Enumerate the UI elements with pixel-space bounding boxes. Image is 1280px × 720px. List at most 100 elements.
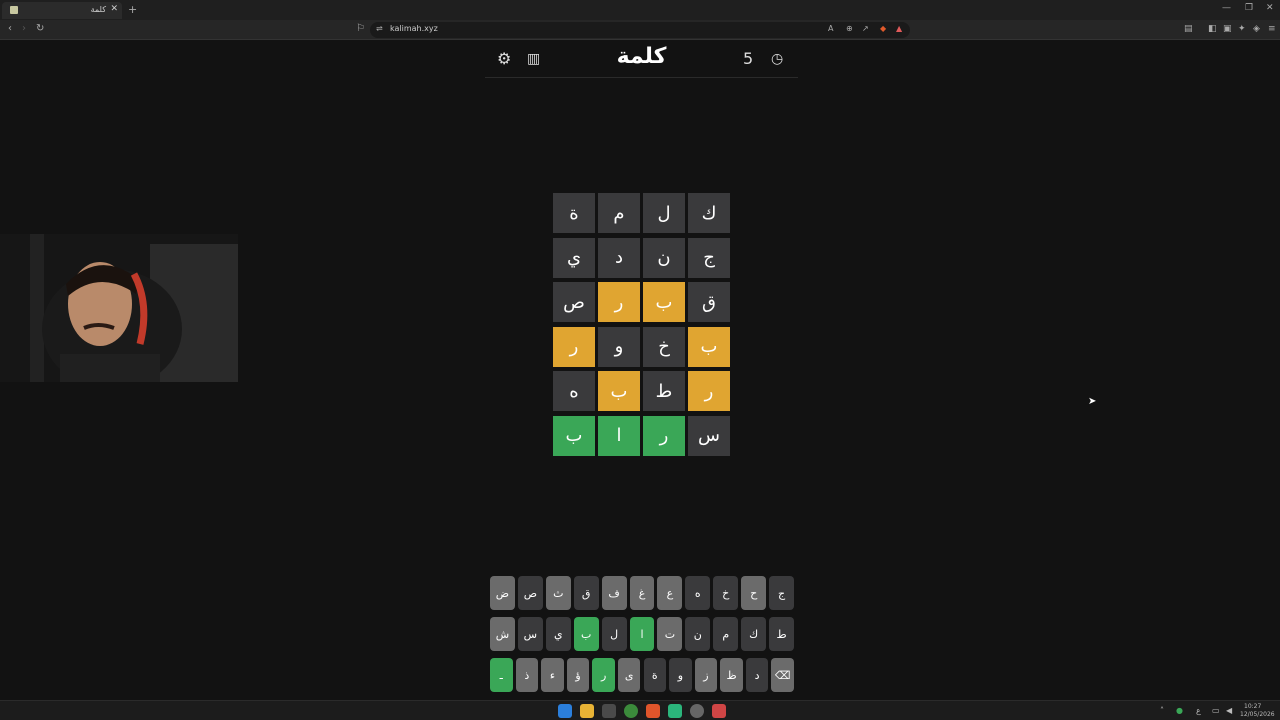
board-tile: خ bbox=[643, 326, 685, 367]
board-tile: ة bbox=[553, 193, 595, 233]
attempt-count: 5 bbox=[743, 49, 754, 68]
keyboard-key[interactable]: س bbox=[517, 617, 543, 651]
wallet-icon[interactable]: ▣ bbox=[1223, 24, 1232, 34]
forward-icon[interactable]: › bbox=[22, 23, 26, 34]
streamer-webcam-image bbox=[0, 234, 238, 382]
board-tile: ب bbox=[553, 415, 595, 456]
volume-icon[interactable]: ◀ bbox=[1226, 706, 1232, 715]
board-tile: ب bbox=[598, 371, 640, 411]
keyboard-key[interactable]: ق bbox=[573, 576, 599, 610]
file-explorer-icon[interactable] bbox=[580, 704, 594, 718]
app-icon[interactable] bbox=[668, 704, 682, 718]
keyboard-key[interactable]: ز bbox=[694, 658, 718, 692]
board-tile: ه bbox=[553, 371, 595, 411]
back-icon[interactable]: ‹ bbox=[8, 23, 12, 34]
keyboard-key[interactable]: و bbox=[669, 658, 692, 692]
board-tile: ص bbox=[553, 282, 595, 322]
reader-icon[interactable]: ▤ bbox=[1184, 24, 1193, 34]
keyboard-key[interactable]: ء bbox=[541, 658, 564, 692]
webcam-overlay bbox=[0, 234, 238, 382]
board-tile: ر bbox=[553, 326, 595, 367]
board-tile: ب bbox=[688, 326, 730, 367]
board-tile: ق bbox=[688, 282, 730, 322]
keyboard-key[interactable]: ط bbox=[769, 617, 794, 651]
keyboard-key[interactable]: ف bbox=[601, 576, 627, 610]
extensions-icon[interactable]: ✦ bbox=[1238, 24, 1246, 34]
brave-icon[interactable] bbox=[646, 704, 660, 718]
keyboard-key[interactable]: ذ bbox=[515, 658, 539, 692]
new-tab-button[interactable]: + bbox=[128, 3, 137, 16]
bookmark-icon[interactable]: ⚐ bbox=[356, 23, 365, 34]
board-tile: ل bbox=[643, 193, 685, 233]
keyboard-key[interactable]: غ bbox=[629, 576, 655, 610]
keyboard-key[interactable]: ع bbox=[657, 576, 683, 610]
brave-shields-icon[interactable]: ◆ bbox=[880, 24, 886, 33]
board-tile: ب bbox=[643, 282, 685, 322]
backspace-key[interactable]: ⌫ bbox=[771, 658, 794, 692]
zoom-icon[interactable]: ⊕ bbox=[846, 24, 853, 33]
site-favicon-icon bbox=[10, 6, 18, 14]
keyboard-key[interactable]: ض bbox=[490, 576, 515, 610]
url-text[interactable]: kalimah.xyz bbox=[390, 24, 438, 33]
start-windows-icon[interactable] bbox=[558, 704, 572, 718]
board-tile: و bbox=[598, 326, 640, 367]
keyboard-key[interactable]: ـ bbox=[490, 658, 513, 692]
keyboard-key[interactable]: ر bbox=[592, 658, 615, 692]
timer-clock-icon[interactable]: ◷ bbox=[771, 51, 783, 67]
os-taskbar: ˄ ● ع ▭ ◀ 10:27 12/05/2026 bbox=[0, 700, 1280, 720]
address-bar[interactable]: ⇌ kalimah.xyz A ⊕ ↗ ◆ ▲ bbox=[370, 22, 910, 38]
browser-tab[interactable]: كلمة ✕ bbox=[2, 2, 122, 19]
microphone-icon[interactable]: ● bbox=[1176, 706, 1183, 715]
site-info-icon[interactable]: ⇌ bbox=[376, 24, 383, 33]
keyboard-key[interactable]: ن bbox=[685, 617, 711, 651]
sidebar-icon[interactable]: ◧ bbox=[1208, 24, 1217, 34]
tray-chevron-icon[interactable]: ˄ bbox=[1160, 706, 1164, 715]
vpn-icon[interactable]: ◈ bbox=[1253, 24, 1260, 34]
chrome-icon[interactable] bbox=[624, 704, 638, 718]
game-header: ⚙ ▥ كلمة 5 ◷ bbox=[485, 40, 798, 78]
mouse-cursor-icon: ➤ bbox=[1088, 396, 1097, 407]
board-tile: ن bbox=[643, 237, 685, 278]
keyboard-key[interactable]: ا bbox=[629, 617, 655, 651]
keyboard-key[interactable]: ك bbox=[741, 617, 767, 651]
keyboard-key[interactable]: م bbox=[713, 617, 739, 651]
tab-close-icon[interactable]: ✕ bbox=[110, 4, 118, 14]
board-tile: ر bbox=[688, 371, 730, 411]
restore-icon[interactable]: ❐ bbox=[1245, 3, 1253, 13]
keyboard-key[interactable]: ج bbox=[769, 576, 794, 610]
board-tile: د bbox=[598, 237, 640, 278]
keyboard-key[interactable]: ظ bbox=[720, 658, 743, 692]
keyboard-key[interactable]: ح bbox=[741, 576, 767, 610]
keyboard-key[interactable]: ة bbox=[643, 658, 667, 692]
keyboard-key[interactable]: د bbox=[745, 658, 769, 692]
network-icon[interactable]: ▭ bbox=[1212, 706, 1220, 715]
board-tile: ج bbox=[688, 237, 730, 278]
language-indicator[interactable]: ع bbox=[1196, 706, 1201, 715]
obs-icon[interactable] bbox=[690, 704, 704, 718]
keyboard-key[interactable]: ه bbox=[685, 576, 711, 610]
menu-icon[interactable]: ≡ bbox=[1268, 24, 1276, 34]
clock-time[interactable]: 10:27 bbox=[1244, 703, 1261, 710]
share-icon[interactable]: ↗ bbox=[862, 24, 869, 33]
keyboard-key[interactable]: ب bbox=[573, 617, 599, 651]
keyboard-key[interactable]: ث bbox=[545, 576, 571, 610]
board-tile: ط bbox=[643, 371, 685, 411]
store-icon[interactable] bbox=[602, 704, 616, 718]
window-close-icon[interactable]: ✕ bbox=[1266, 3, 1274, 13]
keyboard-key[interactable]: ت bbox=[657, 617, 683, 651]
keyboard-key[interactable]: خ bbox=[713, 576, 739, 610]
minimize-icon[interactable]: — bbox=[1222, 3, 1231, 13]
translate-icon[interactable]: A bbox=[828, 24, 833, 33]
browser-toolbar: ‹ › ↻ ⚐ ⇌ kalimah.xyz A ⊕ ↗ ◆ ▲ ▤ ◧ ▣ ✦ … bbox=[0, 20, 1280, 40]
brave-beta-icon[interactable] bbox=[712, 704, 726, 718]
keyboard-key[interactable]: ش bbox=[490, 617, 515, 651]
keyboard-key[interactable]: ى bbox=[617, 658, 641, 692]
keyboard-key[interactable]: ؤ bbox=[566, 658, 590, 692]
clock-date[interactable]: 12/05/2026 bbox=[1240, 711, 1275, 718]
keyboard-key[interactable]: ل bbox=[601, 617, 627, 651]
keyboard-key[interactable]: ص bbox=[517, 576, 543, 610]
board-tile: ر bbox=[598, 282, 640, 322]
brave-rewards-icon[interactable]: ▲ bbox=[896, 24, 902, 33]
keyboard-key[interactable]: ي bbox=[545, 617, 571, 651]
reload-icon[interactable]: ↻ bbox=[36, 23, 44, 34]
